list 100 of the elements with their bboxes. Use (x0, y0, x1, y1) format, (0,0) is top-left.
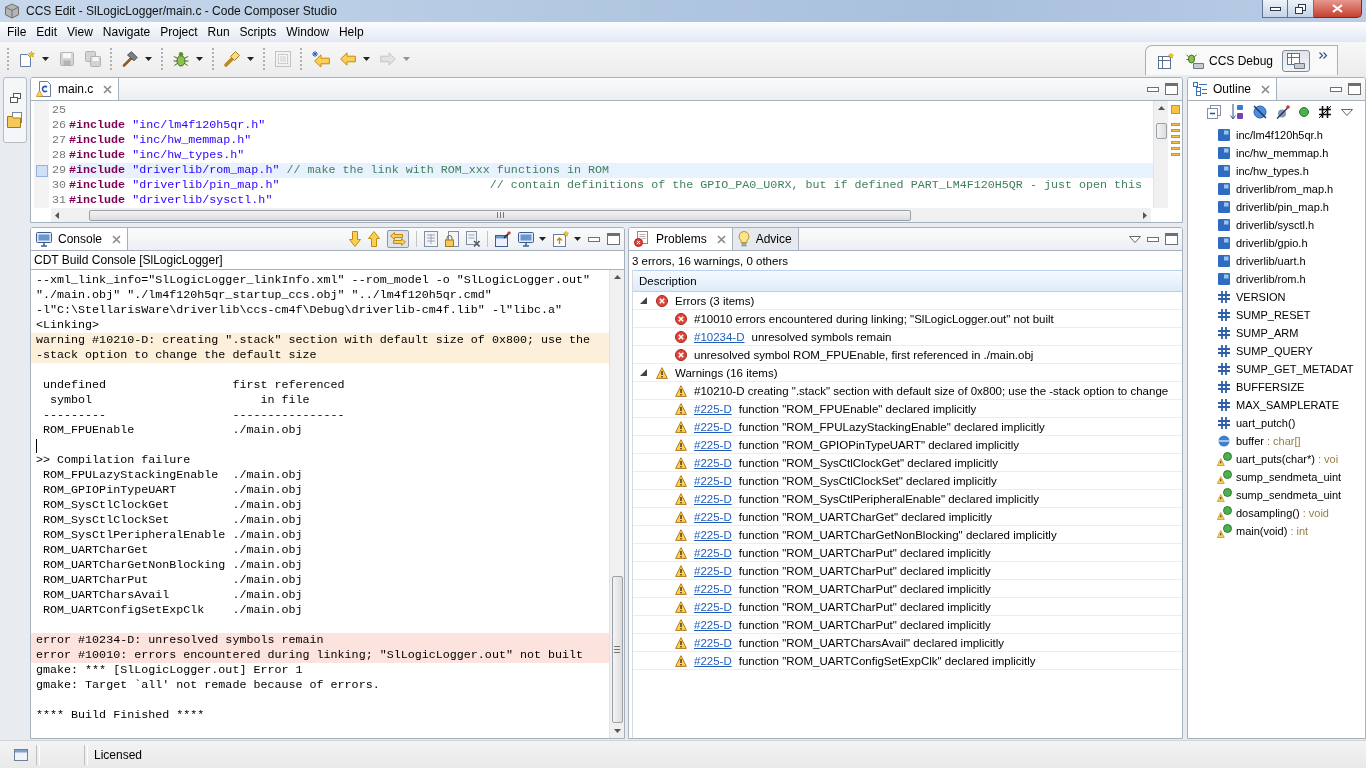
error-code-link[interactable]: #225-D (694, 420, 732, 433)
outline-item[interactable]: sump_sendmeta_uint (1236, 471, 1342, 483)
error-code-link[interactable]: #225-D (694, 456, 732, 469)
problem-group[interactable]: Warnings (16 items) (675, 366, 778, 379)
crossed-ball-icon[interactable] (1253, 105, 1267, 119)
menu-item[interactable]: Window (281, 22, 334, 42)
outline-item[interactable]: dosampling() : void (1236, 507, 1329, 519)
minimize-window-button[interactable] (1262, 0, 1288, 18)
close-icon[interactable] (716, 234, 726, 244)
outline-item[interactable]: driverlib/gpio.h (1236, 237, 1308, 249)
menu-item[interactable]: Edit (31, 22, 63, 42)
flashlight-button[interactable] (221, 48, 257, 69)
caret-icon[interactable] (363, 56, 370, 61)
problem-description[interactable]: unresolved symbols remain (751, 330, 892, 343)
menu-item[interactable]: Run (202, 22, 235, 42)
view-tab[interactable]: Problems (629, 228, 733, 250)
problem-group[interactable]: Errors (3 items) (675, 294, 755, 307)
view-menu-icon[interactable] (1129, 235, 1141, 243)
editor-tab[interactable]: main.c (31, 78, 120, 100)
problem-description[interactable]: function "ROM_UARTCharPut" declared implicitly (738, 618, 991, 631)
error-code-link[interactable]: #225-D (694, 492, 732, 505)
problem-description[interactable]: function "ROM_UARTCharGet" declared implicitly (738, 510, 993, 523)
tree-toggle-icon[interactable] (640, 369, 647, 376)
outline-item[interactable]: VERSION (1236, 291, 1286, 303)
error-code-link[interactable]: #225-D (694, 600, 732, 613)
monitor-menu-button[interactable] (518, 231, 546, 247)
caret-icon[interactable] (247, 56, 254, 61)
scroll-right-arrow-icon[interactable] (1143, 211, 1147, 219)
outline-item[interactable]: main(void) : int (1236, 525, 1309, 537)
view-tab[interactable]: Advice (732, 228, 799, 250)
problem-description[interactable]: function "ROM_FPUEnable" declared implicitly (738, 402, 977, 415)
outline-item[interactable]: SUMP_ARM (1236, 327, 1299, 339)
sort-icon[interactable] (1230, 104, 1244, 120)
folders-icon[interactable] (7, 112, 23, 128)
tree-toggle-icon[interactable] (640, 297, 647, 304)
scroll-up-arrow-icon[interactable] (1157, 106, 1165, 110)
caret-icon[interactable] (574, 237, 581, 241)
scrollbar-thumb[interactable] (611, 576, 623, 723)
error-code-link[interactable]: #225-D (694, 546, 732, 559)
perspective-button[interactable] (1282, 49, 1310, 72)
outline-item[interactable]: driverlib/sysctl.h (1236, 219, 1315, 231)
up-arrow-icon[interactable] (368, 231, 380, 247)
problem-description[interactable]: function "ROM_UARTCharsAvail" declared implicitly (738, 636, 1005, 649)
horizontal-scrollbar[interactable] (51, 208, 1151, 222)
error-code-link[interactable]: #225-D (694, 636, 732, 649)
problem-description[interactable]: function "ROM_UARTCharPut" declared implicitly (738, 582, 991, 595)
menu-item[interactable]: Scripts (234, 22, 282, 42)
error-code-link[interactable]: #225-D (694, 474, 732, 487)
scroll-down-arrow-icon[interactable] (613, 729, 621, 733)
dot-icon[interactable] (1299, 107, 1309, 117)
outline-item[interactable]: driverlib/pin_map.h (1236, 201, 1329, 213)
maximize-icon[interactable] (1348, 83, 1361, 95)
outline-item[interactable]: sump_sendmeta_uint (1236, 489, 1342, 501)
error-code-link[interactable]: #225-D (694, 402, 732, 415)
console-tab[interactable]: Console (31, 228, 129, 250)
caret-icon[interactable] (196, 56, 203, 61)
crossed-hash-icon[interactable] (1318, 105, 1332, 119)
outline-item[interactable]: buffer : char[] (1236, 435, 1301, 447)
document-lock-icon[interactable] (445, 231, 459, 247)
restore-window-button[interactable] (1288, 0, 1314, 18)
problem-description[interactable]: #10210-D creating ".stack" section with default size of 0x800; use the -stack option to change (694, 384, 1169, 397)
problem-description[interactable]: function "ROM_UARTCharGetNonBlocking" declared implicitly (738, 528, 1057, 541)
error-code-link[interactable]: #225-D (694, 510, 732, 523)
perspective-button[interactable]: CCS Debug (1182, 50, 1276, 71)
back-button[interactable] (337, 49, 373, 68)
document-x-icon[interactable] (466, 231, 480, 247)
minimize-icon[interactable] (1330, 86, 1342, 92)
error-code-link[interactable]: #225-D (694, 564, 732, 577)
outline-item[interactable]: driverlib/uart.h (1236, 255, 1306, 267)
scrollbar-thumb[interactable] (89, 209, 911, 221)
outline-item[interactable]: inc/hw_types.h (1236, 165, 1309, 177)
view-menu-icon[interactable] (1341, 108, 1353, 116)
error-code-link[interactable]: #225-D (694, 438, 732, 451)
problem-description[interactable]: function "ROM_UARTConfigSetExpClk" declared implicitly (738, 654, 1036, 667)
problem-description[interactable]: function "ROM_SysCtlClockSet" declared implicitly (738, 474, 997, 487)
error-code-link[interactable]: #10234-D (694, 330, 745, 343)
minimize-icon[interactable] (1147, 86, 1159, 92)
problem-description[interactable]: function "ROM_GPIOPinTypeUART" declared implicitly (738, 438, 1019, 451)
close-icon[interactable] (103, 84, 113, 94)
close-icon[interactable] (112, 234, 122, 244)
menu-item[interactable]: Project (155, 22, 203, 42)
restore-icon[interactable] (9, 93, 21, 103)
scroll-left-arrow-icon[interactable] (55, 211, 59, 219)
caret-icon[interactable] (145, 56, 152, 61)
outline-item[interactable]: BUFFERSIZE (1236, 381, 1305, 393)
outline-tab[interactable]: Outline (1188, 78, 1278, 100)
outline-item[interactable]: inc/hw_memmap.h (1236, 147, 1329, 159)
problem-description[interactable]: function "ROM_SysCtlPeripheralEnable" declared implicitly (738, 492, 1039, 505)
menu-item[interactable]: View (62, 22, 98, 42)
scroll-up-arrow-icon[interactable] (613, 275, 621, 279)
outline-item[interactable]: uart_puts(char*) : voi (1236, 453, 1339, 465)
minimize-icon[interactable] (588, 236, 600, 242)
problem-description[interactable]: function "ROM_UARTCharPut" declared implicitly (738, 564, 991, 577)
outline-item[interactable]: driverlib/rom_map.h (1236, 183, 1334, 195)
close-window-button[interactable] (1314, 0, 1362, 18)
menu-item[interactable]: Navigate (97, 22, 156, 42)
problem-description[interactable]: function "ROM_FPULazyStackingEnable" declared implicitly (738, 420, 1045, 433)
problem-description[interactable]: unresolved symbol ROM_FPUEnable, first referenced in ./main.obj (694, 348, 1034, 361)
error-code-link[interactable]: #225-D (694, 528, 732, 541)
outline-item[interactable]: SUMP_QUERY (1236, 345, 1313, 357)
